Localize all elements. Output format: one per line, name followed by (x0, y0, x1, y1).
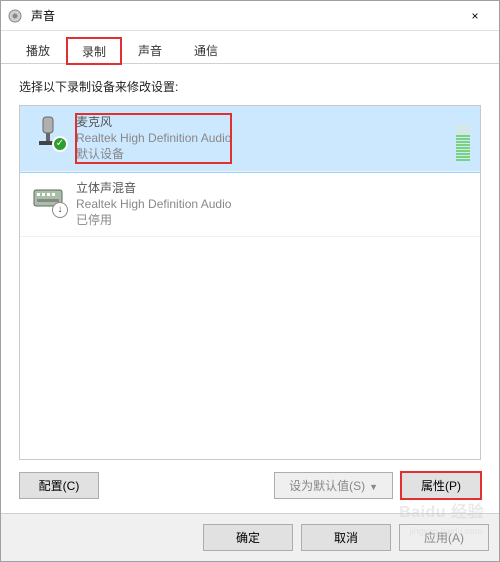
device-subtitle: Realtek High Definition Audio (76, 196, 231, 212)
instruction-text: 选择以下录制设备来修改设置: (19, 78, 481, 95)
device-item-stereo-mix[interactable]: ↓ 立体声混音 Realtek High Definition Audio 已停… (20, 172, 480, 238)
chevron-down-icon: ▼ (369, 482, 378, 492)
device-status: 默认设备 (76, 146, 231, 162)
action-buttons: 配置(C) 设为默认值(S)▼ 属性(P) (19, 472, 481, 499)
device-subtitle: Realtek High Definition Audio (76, 130, 231, 146)
close-icon: × (471, 9, 478, 23)
ok-button[interactable]: 确定 (203, 524, 293, 551)
window-title: 声音 (31, 7, 455, 24)
microphone-icon: ✓ (30, 114, 66, 150)
tab-recording[interactable]: 录制 (67, 38, 121, 64)
configure-button[interactable]: 配置(C) (19, 472, 99, 499)
apply-button[interactable]: 应用(A) (399, 524, 489, 551)
dialog-footer: 确定 取消 应用(A) (1, 513, 499, 561)
sound-dialog: 声音 × 播放 录制 声音 通信 选择以下录制设备来修改设置: ✓ (0, 0, 500, 562)
set-default-button[interactable]: 设为默认值(S)▼ (274, 472, 393, 499)
device-item-microphone[interactable]: ✓ 麦克风 Realtek High Definition Audio 默认设备 (20, 106, 480, 172)
tab-communications[interactable]: 通信 (179, 37, 233, 63)
device-status: 已停用 (76, 212, 231, 228)
properties-button[interactable]: 属性(P) (401, 472, 481, 499)
device-text-highlight: 麦克风 Realtek High Definition Audio 默认设备 (76, 114, 231, 163)
close-button[interactable]: × (455, 1, 495, 31)
tab-playback[interactable]: 播放 (11, 37, 65, 63)
title-bar: 声音 × (1, 1, 499, 31)
device-name: 麦克风 (76, 114, 231, 130)
device-text: 立体声混音 Realtek High Definition Audio 已停用 (76, 180, 231, 229)
device-list[interactable]: ✓ 麦克风 Realtek High Definition Audio 默认设备 (19, 105, 481, 460)
tab-bar: 播放 录制 声音 通信 (1, 31, 499, 64)
default-badge-icon: ✓ (52, 136, 68, 152)
mixer-icon: ↓ (30, 180, 66, 216)
level-meter (456, 114, 470, 163)
device-name: 立体声混音 (76, 180, 231, 196)
disabled-badge-icon: ↓ (52, 202, 68, 218)
tab-sounds[interactable]: 声音 (123, 37, 177, 63)
sound-icon (5, 6, 25, 26)
cancel-button[interactable]: 取消 (301, 524, 391, 551)
content-area: 选择以下录制设备来修改设置: ✓ 麦克风 Realtek High Defini… (1, 64, 499, 513)
